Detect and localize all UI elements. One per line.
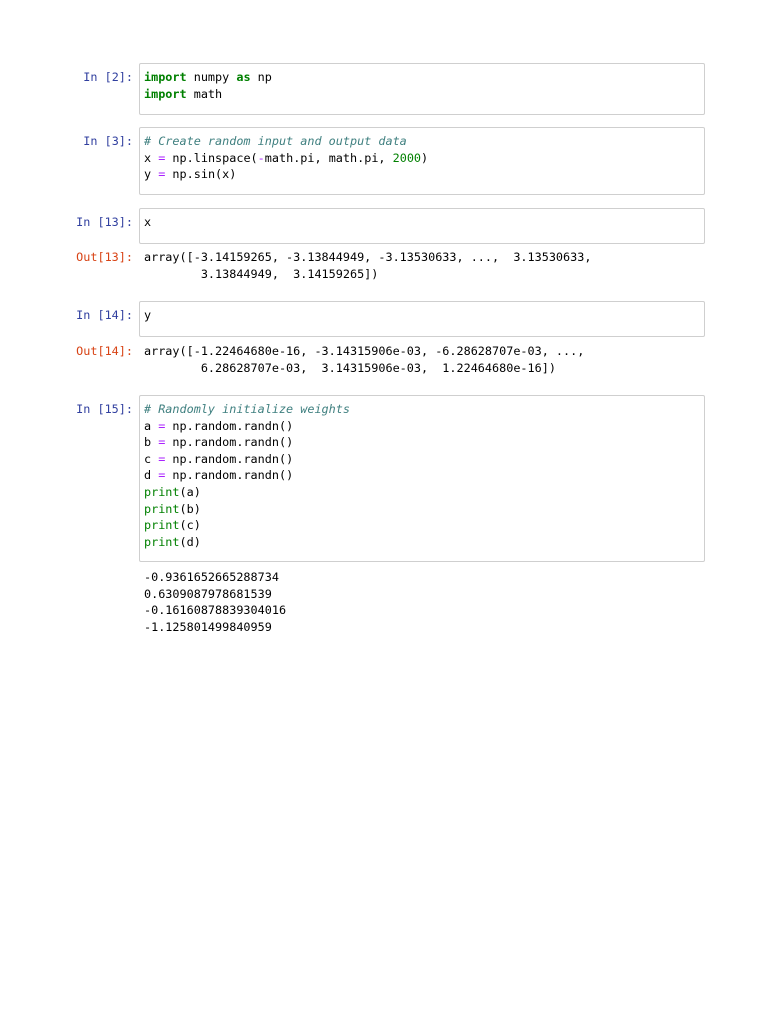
code-token: math.pi, math.pi,: [264, 150, 393, 165]
output-line: 3.13844949, 3.14159265]): [144, 266, 379, 281]
output-prompt: Out[13]:: [76, 250, 133, 264]
code-token: np: [250, 70, 272, 84]
code-line: a = np.random.randn(): [144, 418, 700, 435]
code-line: c = np.random.randn(): [144, 451, 700, 468]
code-token: np.sin(x): [165, 167, 237, 182]
stdout-line: 0.6309087978681539: [144, 586, 272, 601]
code-token: d: [144, 468, 159, 483]
code-token: y: [144, 167, 159, 182]
code-token: (b): [179, 501, 201, 516]
code-line: import numpy as np: [144, 69, 700, 86]
code-input[interactable]: # Create random input and output data x =…: [139, 127, 705, 195]
code-line: import math: [144, 86, 700, 103]
code-token: numpy: [186, 70, 237, 84]
code-token: np.random.randn(): [165, 435, 294, 450]
code-line: y: [144, 307, 700, 324]
code-token: # Randomly initialize weights: [144, 402, 350, 416]
output-line: 6.28628707e-03, 3.14315906e-03, 1.224646…: [144, 360, 556, 375]
code-token: np.linspace(: [165, 150, 258, 165]
code-token: as: [236, 70, 251, 84]
input-prompt: In [13]:: [76, 215, 133, 229]
code-token: np.random.randn(): [165, 451, 294, 466]
code-token: print: [144, 484, 180, 499]
code-line: # Create random input and output data: [144, 133, 700, 150]
output-line: array([-3.14159265, -3.13844949, -3.1353…: [144, 250, 592, 264]
code-token: a: [144, 418, 159, 433]
input-prompt: In [2]:: [83, 70, 133, 84]
code-line: print(c): [144, 517, 700, 534]
code-token: (d): [179, 534, 201, 549]
code-token: print: [144, 501, 180, 516]
code-line: b = np.random.randn(): [144, 434, 700, 451]
input-prompt: In [14]:: [76, 308, 133, 322]
code-input[interactable]: import numpy as np import math: [139, 63, 705, 115]
code-token: (a): [179, 484, 201, 499]
stdout-line: -1.125801499840959: [144, 619, 272, 634]
output-text: array([-3.14159265, -3.13844949, -3.1353…: [144, 249, 591, 282]
output-text: array([-1.22464680e-16, -3.14315906e-03,…: [144, 343, 584, 376]
code-token: np.random.randn(): [165, 418, 294, 433]
code-line: # Randomly initialize weights: [144, 401, 700, 418]
code-token: c: [144, 451, 159, 466]
output-line: array([-1.22464680e-16, -3.14315906e-03,…: [144, 344, 585, 358]
code-token: (c): [179, 518, 201, 533]
code-input[interactable]: x: [139, 208, 705, 244]
code-token: np.random.randn(): [165, 468, 294, 483]
code-token: math: [186, 86, 223, 101]
code-line: print(a): [144, 484, 700, 501]
code-line: y = np.sin(x): [144, 166, 700, 183]
code-token: -: [257, 150, 265, 165]
code-token: import: [144, 86, 187, 101]
output-prompt: Out[14]:: [76, 344, 133, 358]
code-token: x: [144, 215, 152, 229]
code-line: x = np.linspace(-math.pi, math.pi, 2000): [144, 150, 700, 167]
code-token: # Create random input and output data: [144, 134, 407, 148]
code-line: print(d): [144, 534, 700, 551]
code-input[interactable]: y: [139, 301, 705, 337]
code-token: print: [144, 518, 180, 533]
code-token: ): [421, 150, 429, 165]
code-token: y: [144, 308, 152, 322]
input-prompt: In [15]:: [76, 402, 133, 416]
code-line: x: [144, 214, 700, 231]
code-input[interactable]: # Randomly initialize weights a = np.rand…: [139, 395, 705, 562]
code-token: import: [144, 70, 187, 84]
code-token: x: [144, 150, 159, 165]
code-token: b: [144, 435, 159, 450]
stdout-line: -0.9361652665288734: [144, 570, 279, 584]
code-token: print: [144, 534, 180, 549]
stdout-line: -0.16160878839304016: [144, 603, 287, 618]
stdout-text: -0.9361652665288734 0.6309087978681539 -…: [144, 569, 286, 635]
code-token: 2000: [392, 150, 422, 165]
code-line: d = np.random.randn(): [144, 467, 700, 484]
input-prompt: In [3]:: [83, 134, 133, 148]
code-line: print(b): [144, 501, 700, 518]
